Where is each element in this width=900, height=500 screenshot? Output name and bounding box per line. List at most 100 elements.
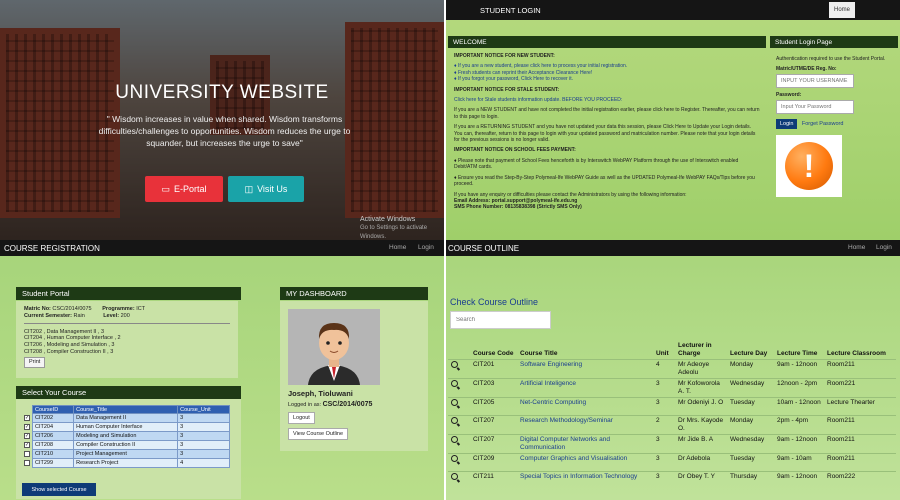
chat-icon: ◫: [244, 183, 254, 194]
course-unit: 4: [177, 458, 230, 468]
nav-login[interactable]: Login: [418, 244, 434, 251]
course-checkbox[interactable]: [24, 459, 30, 466]
course-id: CIT202: [31, 413, 75, 423]
zoom-in-icon[interactable]: [451, 417, 458, 424]
table-row: ✓ CIT208 Compiler Construction II 3: [22, 440, 230, 450]
course-unit: 3: [177, 413, 230, 423]
logout-button[interactable]: Logout: [288, 412, 315, 424]
table-row: ✓ CIT204 Human Computer Interface 3: [22, 422, 230, 432]
lecturer: Dr Mrs. Kayode O.: [675, 415, 727, 435]
table-row: CIT201 Software Engineering 4 Mr Adeoye …: [448, 359, 896, 379]
nav-home[interactable]: Home: [848, 244, 865, 251]
zoom-in-icon[interactable]: [451, 361, 458, 368]
table-row: CIT299 Research Project 4: [22, 458, 230, 468]
course-id: CIT204: [31, 422, 75, 432]
course-title[interactable]: Artificial Inteligence: [517, 378, 653, 398]
course-unit: 3: [653, 378, 675, 398]
table-row: CIT203 Artificial Inteligence 3 Mr Kofow…: [448, 378, 896, 398]
bar-title: STUDENT LOGIN: [480, 6, 541, 15]
course-unit: 3: [177, 449, 230, 459]
zoom-in-icon[interactable]: [451, 455, 458, 462]
view-course-outline-button[interactable]: View Course Outline: [288, 428, 349, 440]
username-input[interactable]: [776, 74, 854, 88]
registered-course: CIT202 , Data Management II , 3: [24, 328, 105, 335]
exclamation-icon: !: [785, 142, 833, 190]
course-title[interactable]: Digital Computer Networks and Communicat…: [517, 434, 653, 454]
table-row: ✓ CIT202 Data Management II 3: [22, 413, 230, 423]
student-portal-header: Student Portal: [16, 287, 241, 300]
course-checkbox[interactable]: ✓: [24, 414, 30, 421]
bar-title: COURSE OUTLINE: [448, 244, 520, 253]
matric-label: Matric/UTME/DE Reg. No:: [776, 66, 837, 72]
col-title: Course Title: [520, 350, 558, 357]
course-unit: 3: [653, 434, 675, 454]
course-title[interactable]: Computer Graphics and Visualisation: [517, 453, 653, 472]
eportal-label: E-Portal: [174, 184, 207, 194]
zoom-in-icon[interactable]: [451, 473, 458, 480]
activate-title: Activate Windows: [360, 216, 416, 223]
zoom-in-icon[interactable]: [451, 399, 458, 406]
course-id: CIT299: [31, 458, 75, 468]
course-title: Data Management II: [73, 413, 179, 423]
zoom-in-icon[interactable]: [451, 436, 458, 443]
lecture-day: Tuesday: [727, 453, 774, 472]
lecture-day: Monday: [727, 415, 774, 435]
course-title[interactable]: Net-Centric Computing: [517, 397, 653, 416]
lecture-time: 9am - 12noon: [774, 471, 824, 490]
lecture-day: Wednesday: [727, 434, 774, 454]
avatar: [288, 309, 380, 385]
show-selected-course-button[interactable]: Show selected Course: [22, 483, 96, 496]
nav-login[interactable]: Login: [876, 244, 892, 251]
matric-value: CSC/2014/0075: [52, 306, 92, 312]
forgot-password-link[interactable]: Forget Password: [802, 121, 844, 127]
col-code: Course Code: [473, 350, 514, 357]
stale-p1[interactable]: Click here for Stale students informatio…: [454, 97, 760, 103]
lecture-day: Tuesday: [727, 397, 774, 416]
new-item[interactable]: ♦ If you are a new student, please click…: [454, 63, 627, 69]
course-checkbox[interactable]: [24, 450, 30, 457]
table-row: CIT211 Special Topics in Information Tec…: [448, 471, 896, 490]
home-tab[interactable]: Home: [829, 2, 855, 18]
lecture-room: Lecture Thearter: [824, 397, 896, 416]
checkbox-col: [22, 406, 33, 414]
lecture-day: Wednesday: [727, 378, 774, 398]
lecture-time: 9am - 12noon: [774, 434, 824, 454]
password-input[interactable]: [776, 100, 854, 114]
login-header: Student Login Page: [770, 36, 898, 48]
new-item[interactable]: ♦ If you forgot your password, Click Her…: [454, 76, 573, 82]
zoom-in-icon[interactable]: [451, 380, 458, 387]
course-unit: 3: [177, 422, 230, 432]
hero-quote: " Wisdom increases in value when shared.…: [98, 114, 351, 148]
course-code: CIT211: [470, 471, 517, 490]
course-title[interactable]: Special Topics in Information Technology: [517, 471, 653, 490]
course-title[interactable]: Research Methodology/Seminar: [517, 415, 653, 435]
course-unit: 3: [653, 471, 675, 490]
select-course-header: Select Your Course: [16, 386, 241, 399]
course-unit: 3: [653, 453, 675, 472]
course-unit: 3: [177, 440, 230, 450]
course-code: CIT209: [470, 453, 517, 472]
col-courseid: CourseID: [31, 405, 75, 414]
course-title[interactable]: Software Engineering: [517, 359, 653, 379]
course-checkbox[interactable]: ✓: [24, 432, 30, 439]
visit-us-button[interactable]: ◫ Visit Us: [228, 176, 304, 202]
course-unit: 3: [653, 397, 675, 416]
student-name: Joseph, Tioluwani: [288, 389, 353, 398]
print-button[interactable]: Print: [24, 356, 46, 368]
lecture-time: 12noon - 2pm: [774, 378, 824, 398]
table-row: ✓ CIT206 Modeling and Simulation 3: [22, 431, 230, 441]
nav-home[interactable]: Home: [389, 244, 406, 251]
table-row: CIT207 Digital Computer Networks and Com…: [448, 434, 896, 454]
course-title: Research Project: [73, 458, 179, 468]
course-code: CIT205: [470, 397, 517, 416]
table-row: CIT210 Project Management 3: [22, 449, 230, 459]
course-checkbox[interactable]: ✓: [24, 423, 30, 430]
lecturer: Mr Jide B. A: [675, 434, 727, 454]
bar-title: COURSE REGISTRATION: [4, 244, 100, 253]
search-input[interactable]: [450, 311, 551, 329]
new-item[interactable]: ♦ Fresh students can reprint their Accep…: [454, 70, 592, 76]
eportal-button[interactable]: ▭ E-Portal: [145, 176, 223, 202]
login-button[interactable]: Login: [776, 119, 798, 129]
course-checkbox[interactable]: ✓: [24, 441, 30, 448]
stale-notice-title: IMPORTANT NOTICE FOR STALE STUDENT:: [454, 86, 560, 93]
